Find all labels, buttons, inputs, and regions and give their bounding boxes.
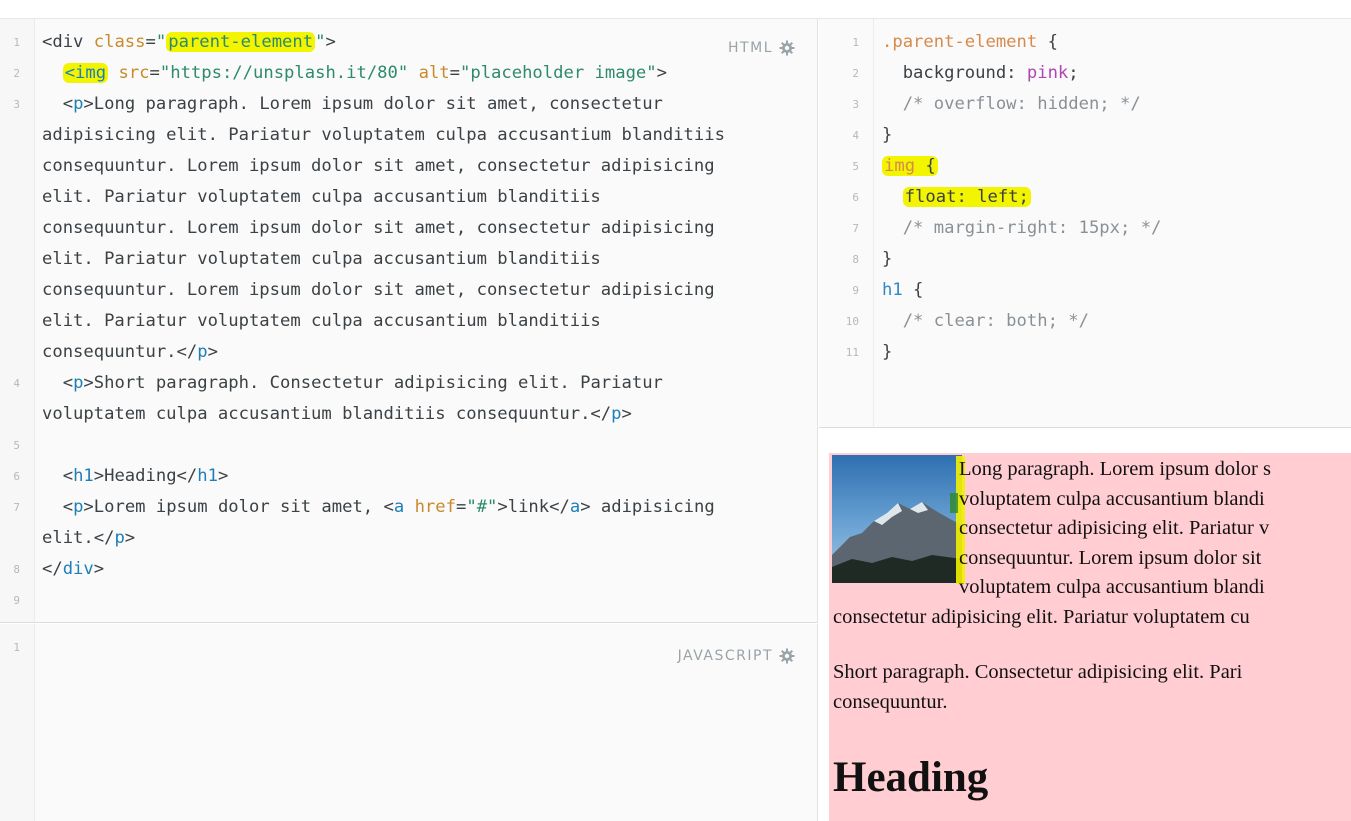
- css-code-line[interactable]: 5 img {: [819, 151, 1351, 182]
- line-number: 4: [13, 377, 20, 390]
- code-text[interactable]: <img src="https://unsplash.it/80" alt="p…: [42, 63, 667, 83]
- html-code-line[interactable]: 9​: [0, 585, 817, 616]
- code-text[interactable]: float: left;: [882, 187, 1031, 207]
- gear-icon[interactable]: [779, 648, 795, 664]
- html-code-line[interactable]: 7 <p>Lorem ipsum dolor sit amet, <a href…: [0, 492, 817, 554]
- paragraph-line: consequuntur.: [833, 690, 948, 713]
- code-text[interactable]: /* margin-right: 15px; */: [882, 218, 1162, 238]
- css-editor-pane[interactable]: 1 .parent-element {2 background: pink; 3 /…: [819, 19, 1351, 428]
- code-text[interactable]: .parent-element {: [882, 32, 1058, 52]
- css-code-line[interactable]: 11}: [819, 337, 1351, 368]
- code-text[interactable]: /* clear: both; */: [882, 311, 1089, 331]
- line-number: 8: [852, 253, 859, 266]
- html-code[interactable]: 1 <div class=" parent-element "> 2 <img src=…: [0, 27, 817, 616]
- gear-icon[interactable]: [779, 40, 795, 56]
- paragraph-line: consequuntur. Lorem ipsum dolor sit: [959, 546, 1262, 569]
- code-text[interactable]: /* overflow: hidden; */: [882, 94, 1141, 114]
- code-text[interactable]: </div>: [42, 559, 104, 579]
- line-number: 6: [13, 470, 20, 483]
- line-number: 10: [845, 315, 859, 328]
- paragraph-line: Short paragraph. Consectetur adipisicing…: [833, 661, 1243, 683]
- html-code-line[interactable]: 6 <h1>Heading</h1>: [0, 461, 817, 492]
- paragraph-line: consectetur adipisicing elit. Pariatur v…: [833, 605, 1250, 628]
- css-code-line[interactable]: 7 /* margin-right: 15px; */: [819, 213, 1351, 244]
- line-number: 3: [852, 98, 859, 111]
- placeholder-image: [832, 455, 962, 583]
- css-code-line[interactable]: 8}: [819, 244, 1351, 275]
- line-number: 6: [852, 191, 859, 204]
- mountain-photo: [832, 455, 962, 583]
- html-code-line[interactable]: 8 </div>: [0, 554, 817, 585]
- line-number: 7: [852, 222, 859, 235]
- html-code-line[interactable]: 4 <p>Short paragraph. Consectetur adipis…: [0, 368, 817, 430]
- code-text[interactable]: <p>Long paragraph. Lorem ipsum dolor sit…: [42, 94, 725, 362]
- html-code-line[interactable]: 3 <p>Long paragraph. Lorem ipsum dolor s…: [0, 89, 817, 368]
- code-text[interactable]: <div class=" parent-element ">: [42, 32, 336, 52]
- code-text[interactable]: }: [882, 249, 892, 269]
- line-number: 1: [13, 36, 20, 49]
- result-preview: Long paragraph. Lorem ipsum dolor s volup…: [829, 453, 1351, 821]
- paragraph-line: Long paragraph. Lorem ipsum dolor s: [959, 458, 1271, 480]
- code-text[interactable]: <h1>Heading</h1>: [42, 466, 229, 486]
- code-text[interactable]: h1 {: [882, 280, 923, 300]
- paragraph-line: voluptatem culpa accusantium blandi: [959, 487, 1265, 510]
- javascript-editor-pane[interactable]: 1​ JAVASCRIPT: [0, 624, 818, 821]
- line-number: 2: [13, 67, 20, 80]
- code-text[interactable]: <p>Short paragraph. Consectetur adipisic…: [42, 373, 663, 424]
- line-number: 3: [13, 98, 20, 111]
- css-code-line[interactable]: 4}: [819, 120, 1351, 151]
- line-number: 4: [852, 129, 859, 142]
- line-number: 5: [852, 160, 859, 173]
- line-number: 9: [13, 594, 20, 607]
- css-code[interactable]: 1 .parent-element {2 background: pink; 3 /…: [819, 27, 1351, 368]
- html-pane-label[interactable]: HTML: [728, 40, 795, 56]
- css-code-line[interactable]: 9 h1 {: [819, 275, 1351, 306]
- paragraph-line: consectetur adipisicing elit. Pariatur v: [959, 517, 1270, 539]
- html-code-line[interactable]: 1 <div class=" parent-element ">: [0, 27, 817, 58]
- line-number: 9: [852, 284, 859, 297]
- javascript-label-text: JAVASCRIPT: [677, 648, 773, 664]
- top-bar: [0, 0, 1351, 19]
- line-number: 1: [852, 36, 859, 49]
- javascript-pane-label[interactable]: JAVASCRIPT: [678, 648, 795, 664]
- code-text[interactable]: }: [882, 125, 892, 145]
- html-label-text: HTML: [728, 40, 773, 56]
- code-text[interactable]: img {: [882, 156, 938, 176]
- code-text[interactable]: }: [882, 342, 892, 362]
- line-number: 8: [13, 563, 20, 576]
- paragraph-line: voluptatem culpa accusantium blandi: [959, 576, 1265, 598]
- code-text[interactable]: background: pink;: [882, 63, 1079, 83]
- line-number: 7: [13, 501, 20, 514]
- css-code-line[interactable]: 6 float: left;: [819, 182, 1351, 213]
- code-text[interactable]: <p>Lorem ipsum dolor sit amet, <a href="…: [42, 497, 715, 548]
- preview-heading: Heading: [833, 754, 989, 801]
- html-code-line[interactable]: 5​: [0, 430, 817, 461]
- line-number: 11: [845, 346, 859, 359]
- css-code-line[interactable]: 1 .parent-element {: [819, 27, 1351, 58]
- line-number: 2: [852, 67, 859, 80]
- line-number: 1: [13, 641, 20, 654]
- css-code-line[interactable]: 10 /* clear: both; */: [819, 306, 1351, 337]
- css-code-line[interactable]: 2 background: pink;: [819, 58, 1351, 89]
- line-number: 5: [13, 439, 20, 452]
- html-code-line[interactable]: 2 <img src="https://unsplash.it/80" alt=…: [0, 58, 817, 89]
- html-editor-pane[interactable]: 1 <div class=" parent-element "> 2 <img src=…: [0, 19, 818, 623]
- highlight-mark: [950, 493, 958, 513]
- css-code-line[interactable]: 3 /* overflow: hidden; */: [819, 89, 1351, 120]
